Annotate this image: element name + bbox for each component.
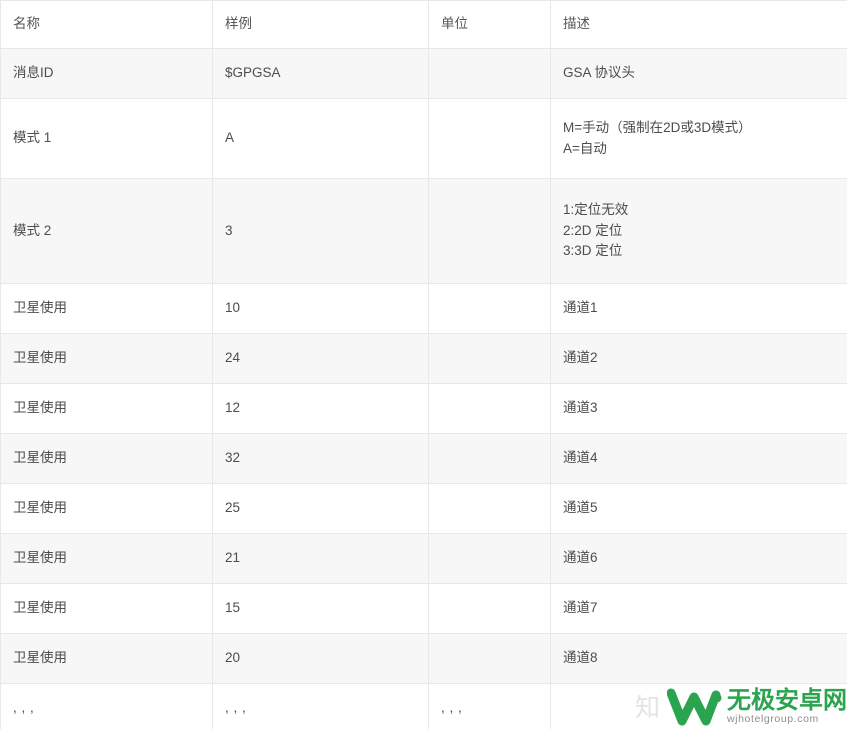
nmea-gsa-spec-table: 名称 样例 单位 描述 消息ID $GPGSA GSA 协议头模式 1 A M=手动（强… <box>0 0 847 729</box>
cell-unit <box>428 178 551 284</box>
desc-line: 通道8 <box>563 650 598 666</box>
table-row: 卫星使用 20 通道8 <box>0 633 847 684</box>
desc-line: 3:3D 定位 <box>563 243 623 259</box>
desc-line: 通道2 <box>563 350 598 366</box>
table-row: 模式 1 A M=手动（强制在2D或3D模式） A=自动 <box>0 98 847 179</box>
cell-unit <box>428 433 551 484</box>
desc-line: 2:2D 定位 <box>563 222 623 238</box>
cell-name: 模式 1 <box>0 98 213 179</box>
cell-name: 消息ID <box>0 48 213 99</box>
cell-demo: 24 <box>212 333 429 384</box>
cell-desc: GSA 协议头 <box>550 48 847 99</box>
cell-name: 卫星使用 <box>0 383 213 434</box>
cell-unit <box>428 483 551 534</box>
table-header: 名称 样例 单位 描述 <box>0 0 847 49</box>
table-row: , , ,, , ,, , , <box>0 683 847 729</box>
cell-desc: 通道3 <box>550 383 847 434</box>
cell-demo: 32 <box>212 433 429 484</box>
desc-line: 通道4 <box>563 450 598 466</box>
cell-demo: 3 <box>212 178 429 284</box>
column-header-unit: 单位 <box>428 0 551 49</box>
cell-demo: 20 <box>212 633 429 684</box>
cell-desc: 通道8 <box>550 633 847 684</box>
column-header-name: 名称 <box>0 0 213 49</box>
cell-demo: , , , <box>212 683 429 729</box>
cell-name: , , , <box>0 683 213 729</box>
cell-name: 卫星使用 <box>0 483 213 534</box>
cell-name: 卫星使用 <box>0 633 213 684</box>
cell-desc: 通道2 <box>550 333 847 384</box>
cell-name: 卫星使用 <box>0 533 213 584</box>
cell-unit <box>428 48 551 99</box>
table-body: 消息ID $GPGSA GSA 协议头模式 1 A M=手动（强制在2D或3D模式） A=… <box>0 48 847 729</box>
cell-unit <box>428 283 551 334</box>
desc-line: 通道7 <box>563 600 598 616</box>
cell-desc: 通道6 <box>550 533 847 584</box>
cell-unit <box>428 533 551 584</box>
table-row: 卫星使用 15 通道7 <box>0 583 847 634</box>
cell-desc: M=手动（强制在2D或3D模式） A=自动 <box>550 98 847 179</box>
desc-line: GSA 协议头 <box>563 65 636 81</box>
cell-unit <box>428 98 551 179</box>
desc-line: 1:定位无效 <box>563 201 629 217</box>
cell-unit <box>428 333 551 384</box>
cell-demo: 21 <box>212 533 429 584</box>
cell-demo: 25 <box>212 483 429 534</box>
table-row: 卫星使用 24 通道2 <box>0 333 847 384</box>
cell-unit <box>428 383 551 434</box>
cell-demo: 15 <box>212 583 429 634</box>
table-row: 模式 2 3 1:定位无效 2:2D 定位 3:3D 定位 <box>0 178 847 284</box>
cell-demo: A <box>212 98 429 179</box>
cell-name: 模式 2 <box>0 178 213 284</box>
table-row: 卫星使用 25 通道5 <box>0 483 847 534</box>
desc-line: M=手动（强制在2D或3D模式） <box>563 119 752 135</box>
cell-demo: $GPGSA <box>212 48 429 99</box>
column-header-demo: 样例 <box>212 0 429 49</box>
cell-unit <box>428 583 551 634</box>
cell-unit: , , , <box>428 683 551 729</box>
table-row: 卫星使用 32 通道4 <box>0 433 847 484</box>
desc-line: 通道1 <box>563 300 598 316</box>
cell-desc: 通道5 <box>550 483 847 534</box>
desc-line: 通道6 <box>563 550 598 566</box>
cell-name: 卫星使用 <box>0 583 213 634</box>
cell-demo: 10 <box>212 283 429 334</box>
desc-line: 通道3 <box>563 400 598 416</box>
cell-name: 卫星使用 <box>0 433 213 484</box>
table-row: 卫星使用 12 通道3 <box>0 383 847 434</box>
table-row: 消息ID $GPGSA GSA 协议头 <box>0 48 847 99</box>
cell-desc: 通道7 <box>550 583 847 634</box>
cell-name: 卫星使用 <box>0 333 213 384</box>
cell-unit <box>428 633 551 684</box>
table-row: 卫星使用 10 通道1 <box>0 283 847 334</box>
cell-desc: 通道1 <box>550 283 847 334</box>
page-root: 名称 样例 单位 描述 消息ID $GPGSA GSA 协议头模式 1 A M=手动（强… <box>0 0 847 729</box>
cell-desc <box>550 683 847 729</box>
table-row: 卫星使用 21 通道6 <box>0 533 847 584</box>
cell-desc: 1:定位无效 2:2D 定位 3:3D 定位 <box>550 178 847 284</box>
header-row: 名称 样例 单位 描述 <box>0 0 847 49</box>
column-header-desc: 描述 <box>550 0 847 49</box>
desc-line: A=自动 <box>563 140 607 156</box>
cell-demo: 12 <box>212 383 429 434</box>
cell-desc: 通道4 <box>550 433 847 484</box>
desc-line: 通道5 <box>563 500 598 516</box>
cell-name: 卫星使用 <box>0 283 213 334</box>
